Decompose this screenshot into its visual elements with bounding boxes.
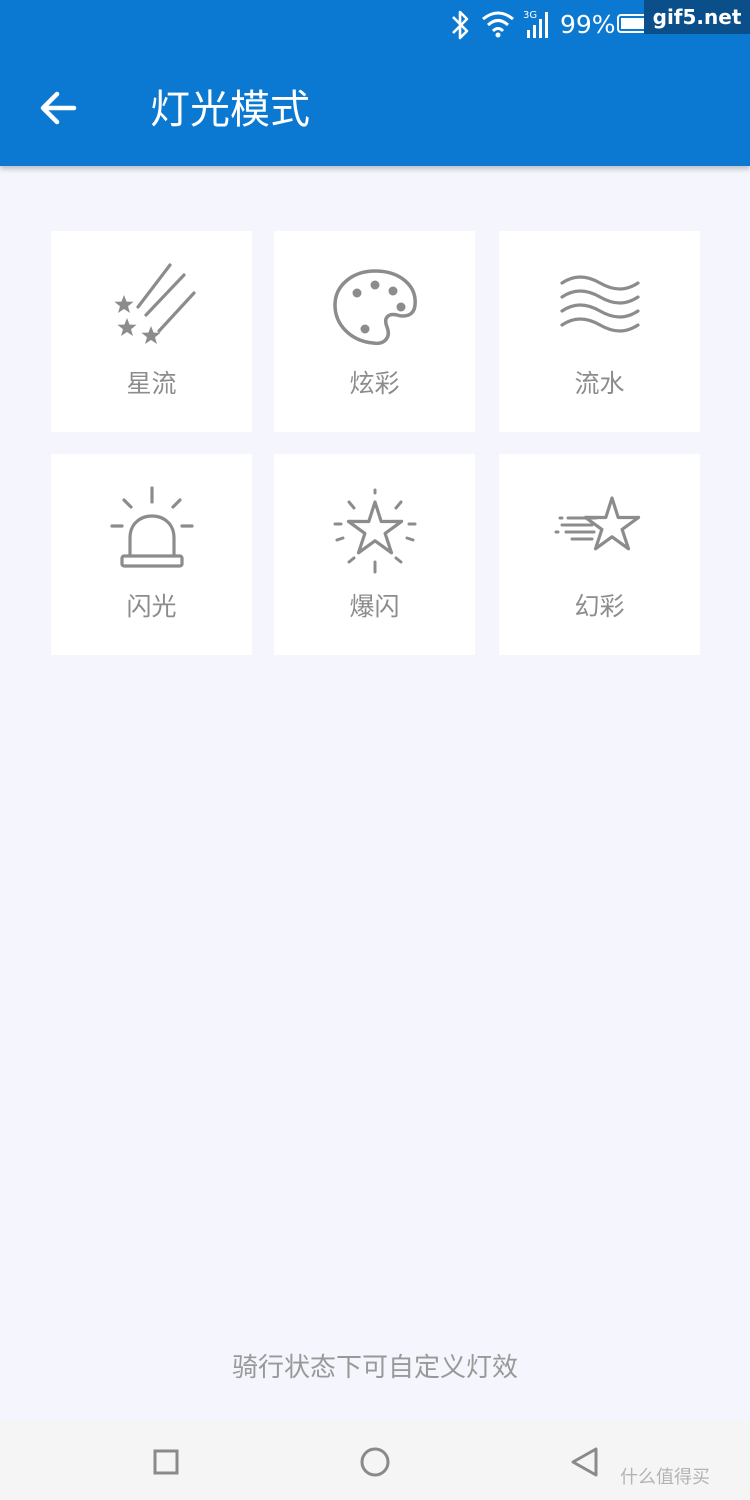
mode-label: 星流 <box>126 369 177 398</box>
app-bar: 3G 99% 12:01 灯光模式 <box>0 0 750 166</box>
mode-tile-huancai[interactable]: 幻彩 <box>499 454 700 655</box>
palette-icon <box>332 269 417 346</box>
watermark: gif5.net <box>644 0 750 34</box>
square-icon <box>153 1449 179 1475</box>
mode-tile-xuancai[interactable]: 炫彩 <box>274 231 475 432</box>
status-bar: 3G 99% 12:01 <box>0 0 750 50</box>
network-type-label: 3G <box>523 10 537 21</box>
triangle-back-icon <box>571 1447 598 1477</box>
mode-tile-shanguang[interactable]: 闪光 <box>51 454 252 655</box>
signal-icon: 3G <box>523 10 548 38</box>
circle-icon <box>360 1447 390 1477</box>
footer-hint: 骑行状态下可自定义灯效 <box>231 1353 518 1383</box>
mode-label: 爆闪 <box>349 592 400 621</box>
home-button[interactable] <box>355 1442 395 1482</box>
corner-watermark: 什么值得买 <box>620 1467 710 1488</box>
mode-tile-baoshan[interactable]: 爆闪 <box>274 454 475 655</box>
mode-tile-liushui[interactable]: 流水 <box>499 231 700 432</box>
arrow-left-icon <box>40 91 77 125</box>
mode-label: 闪光 <box>126 592 177 621</box>
wifi-icon <box>482 11 514 38</box>
battery-percent: 99% <box>560 10 616 39</box>
waves-icon <box>559 275 640 333</box>
siren-icon <box>109 486 194 568</box>
mode-label: 流水 <box>574 369 625 398</box>
meteor-stars-icon <box>113 263 196 344</box>
back-nav-button[interactable] <box>565 1442 605 1482</box>
mode-label: 幻彩 <box>574 592 625 621</box>
back-button[interactable] <box>32 82 84 134</box>
mode-tile-xingliu[interactable]: 星流 <box>51 231 252 432</box>
recent-apps-button[interactable] <box>146 1442 186 1482</box>
star-burst-icon <box>333 488 416 574</box>
bluetooth-icon <box>452 10 469 40</box>
shooting-star-icon <box>554 496 640 551</box>
page-title: 灯光模式 <box>150 87 310 133</box>
mode-label: 炫彩 <box>349 369 400 398</box>
